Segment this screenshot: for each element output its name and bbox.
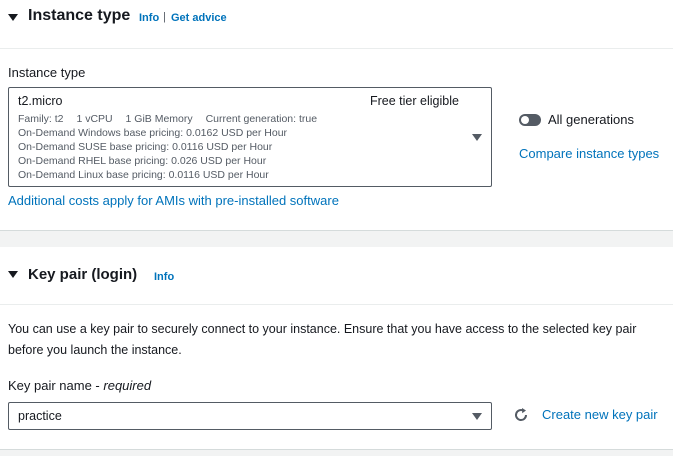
collapse-caret-icon[interactable] — [8, 271, 18, 278]
instance-type-name: t2.micro — [18, 94, 63, 108]
chevron-down-icon — [472, 413, 482, 420]
key-pair-description-line2: before you launch the instance. — [8, 343, 182, 357]
instance-type-heading: Instance type — [28, 7, 131, 24]
toggle-knob — [521, 116, 529, 124]
get-advice-link[interactable]: Get advice — [171, 12, 227, 24]
key-pair-select[interactable]: practice — [8, 402, 492, 430]
generation-text: Current generation: true — [205, 113, 318, 125]
instance-type-info-link[interactable]: Info — [139, 12, 159, 24]
free-tier-badge: Free tier eligible — [370, 94, 459, 108]
instance-type-select[interactable]: t2.micro Free tier eligible Family: t2 1… — [8, 87, 492, 187]
header-divider — [0, 48, 673, 49]
header-divider — [0, 304, 673, 305]
collapse-caret-icon[interactable] — [8, 14, 18, 21]
additional-costs-link[interactable]: Additional costs apply for AMIs with pre… — [8, 193, 339, 208]
create-new-key-pair-link[interactable]: Create new key pair — [542, 407, 658, 422]
key-pair-field-label: Key pair name - required — [8, 378, 151, 393]
key-pair-info-link[interactable]: Info — [154, 271, 174, 283]
key-pair-name-label: Key pair name - — [8, 378, 100, 393]
vcpu-text: 1 vCPU — [76, 113, 113, 125]
refresh-icon[interactable] — [513, 407, 529, 423]
bottom-divider — [0, 449, 673, 450]
memory-text: 1 GiB Memory — [125, 113, 193, 125]
instance-type-section: Instance type Info | Get advice Instance… — [0, 0, 673, 230]
key-pair-heading: Key pair (login) — [28, 266, 138, 283]
separator: | — [163, 11, 166, 23]
pricing-windows: On-Demand Windows base pricing: 0.0162 U… — [18, 127, 288, 139]
key-pair-section: Key pair (login) Info You can use a key … — [0, 247, 673, 449]
all-generations-toggle[interactable] — [519, 114, 541, 126]
compare-instance-types-link[interactable]: Compare instance types — [519, 146, 659, 161]
all-generations-label: All generations — [548, 112, 634, 127]
key-pair-selected-value: practice — [18, 409, 62, 423]
pricing-linux: On-Demand Linux base pricing: 0.0116 USD… — [18, 169, 269, 181]
pricing-suse: On-Demand SUSE base pricing: 0.0116 USD … — [18, 141, 273, 153]
key-pair-description-line1: You can use a key pair to securely conne… — [8, 322, 637, 336]
pricing-rhel: On-Demand RHEL base pricing: 0.026 USD p… — [18, 155, 267, 167]
section-divider — [0, 230, 673, 231]
chevron-down-icon — [472, 134, 482, 141]
instance-type-field-label: Instance type — [8, 65, 86, 80]
family-text: Family: t2 — [18, 113, 64, 125]
required-label: required — [103, 378, 152, 393]
instance-family-row: Family: t2 1 vCPU 1 GiB Memory Current g… — [18, 112, 317, 126]
